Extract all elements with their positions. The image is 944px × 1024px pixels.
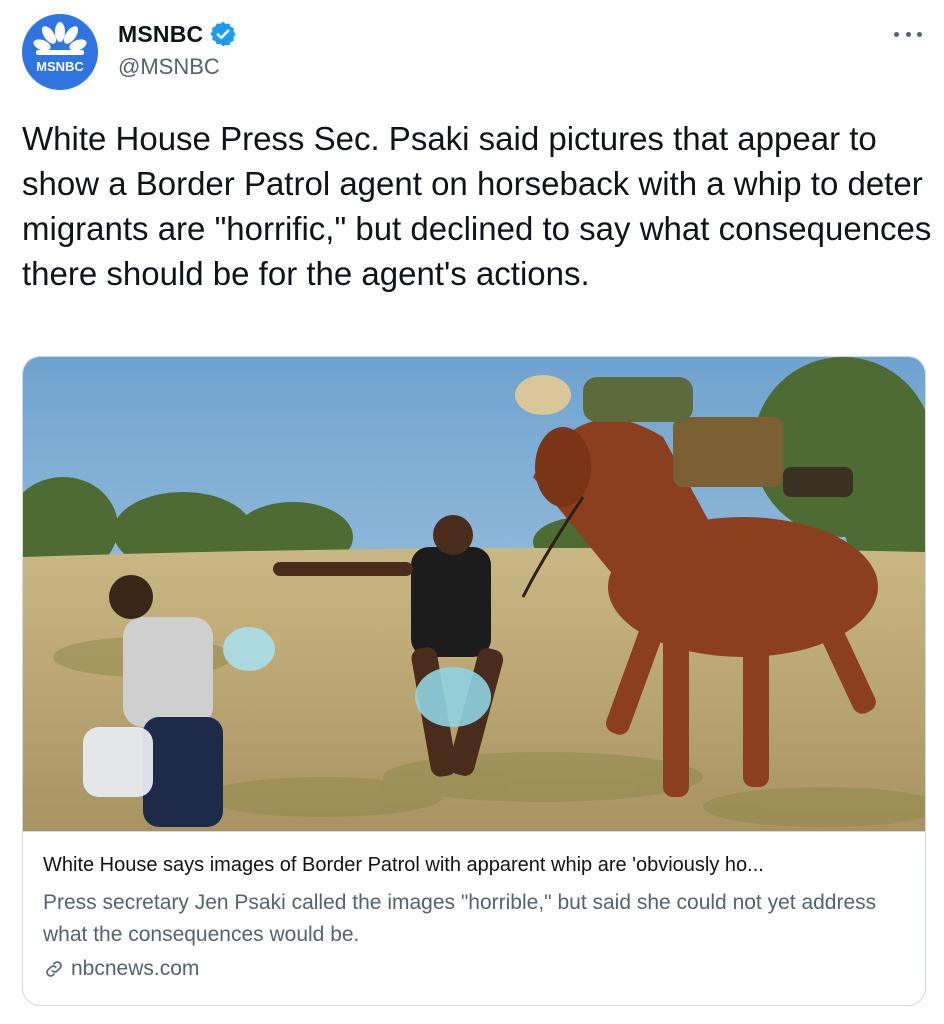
nbc-peacock-logo: MSNBC [33,22,87,74]
author-handle[interactable]: @MSNBC [118,54,220,80]
verified-badge-icon [209,20,237,48]
dot-icon [917,31,922,37]
card-domain-row[interactable]: nbcnews.com [43,957,905,981]
more-options-icon[interactable] [894,24,922,44]
display-name[interactable]: MSNBC [118,21,203,48]
author-name-row: MSNBC [118,20,237,48]
card-title[interactable]: White House says images of Border Patrol… [43,851,903,879]
card-description: Press secretary Jen Psaki called the ima… [43,891,877,946]
card-photo [23,357,925,831]
card-image[interactable] [23,357,925,832]
tweet-text: White House Press Sec. Psaki said pictur… [22,120,932,292]
tweet: MSNBC MSNBC @MSNBC White House Press Sec… [0,0,944,1024]
dot-icon [894,31,899,37]
dot-icon [905,31,911,37]
card-body: White House says images of Border Patrol… [43,851,905,981]
avatar-text: MSNBC [36,59,84,74]
card-domain: nbcnews.com [71,957,200,980]
link-card[interactable]: White House says images of Border Patrol… [22,356,926,1006]
avatar[interactable]: MSNBC [22,14,98,90]
link-icon [43,958,65,980]
